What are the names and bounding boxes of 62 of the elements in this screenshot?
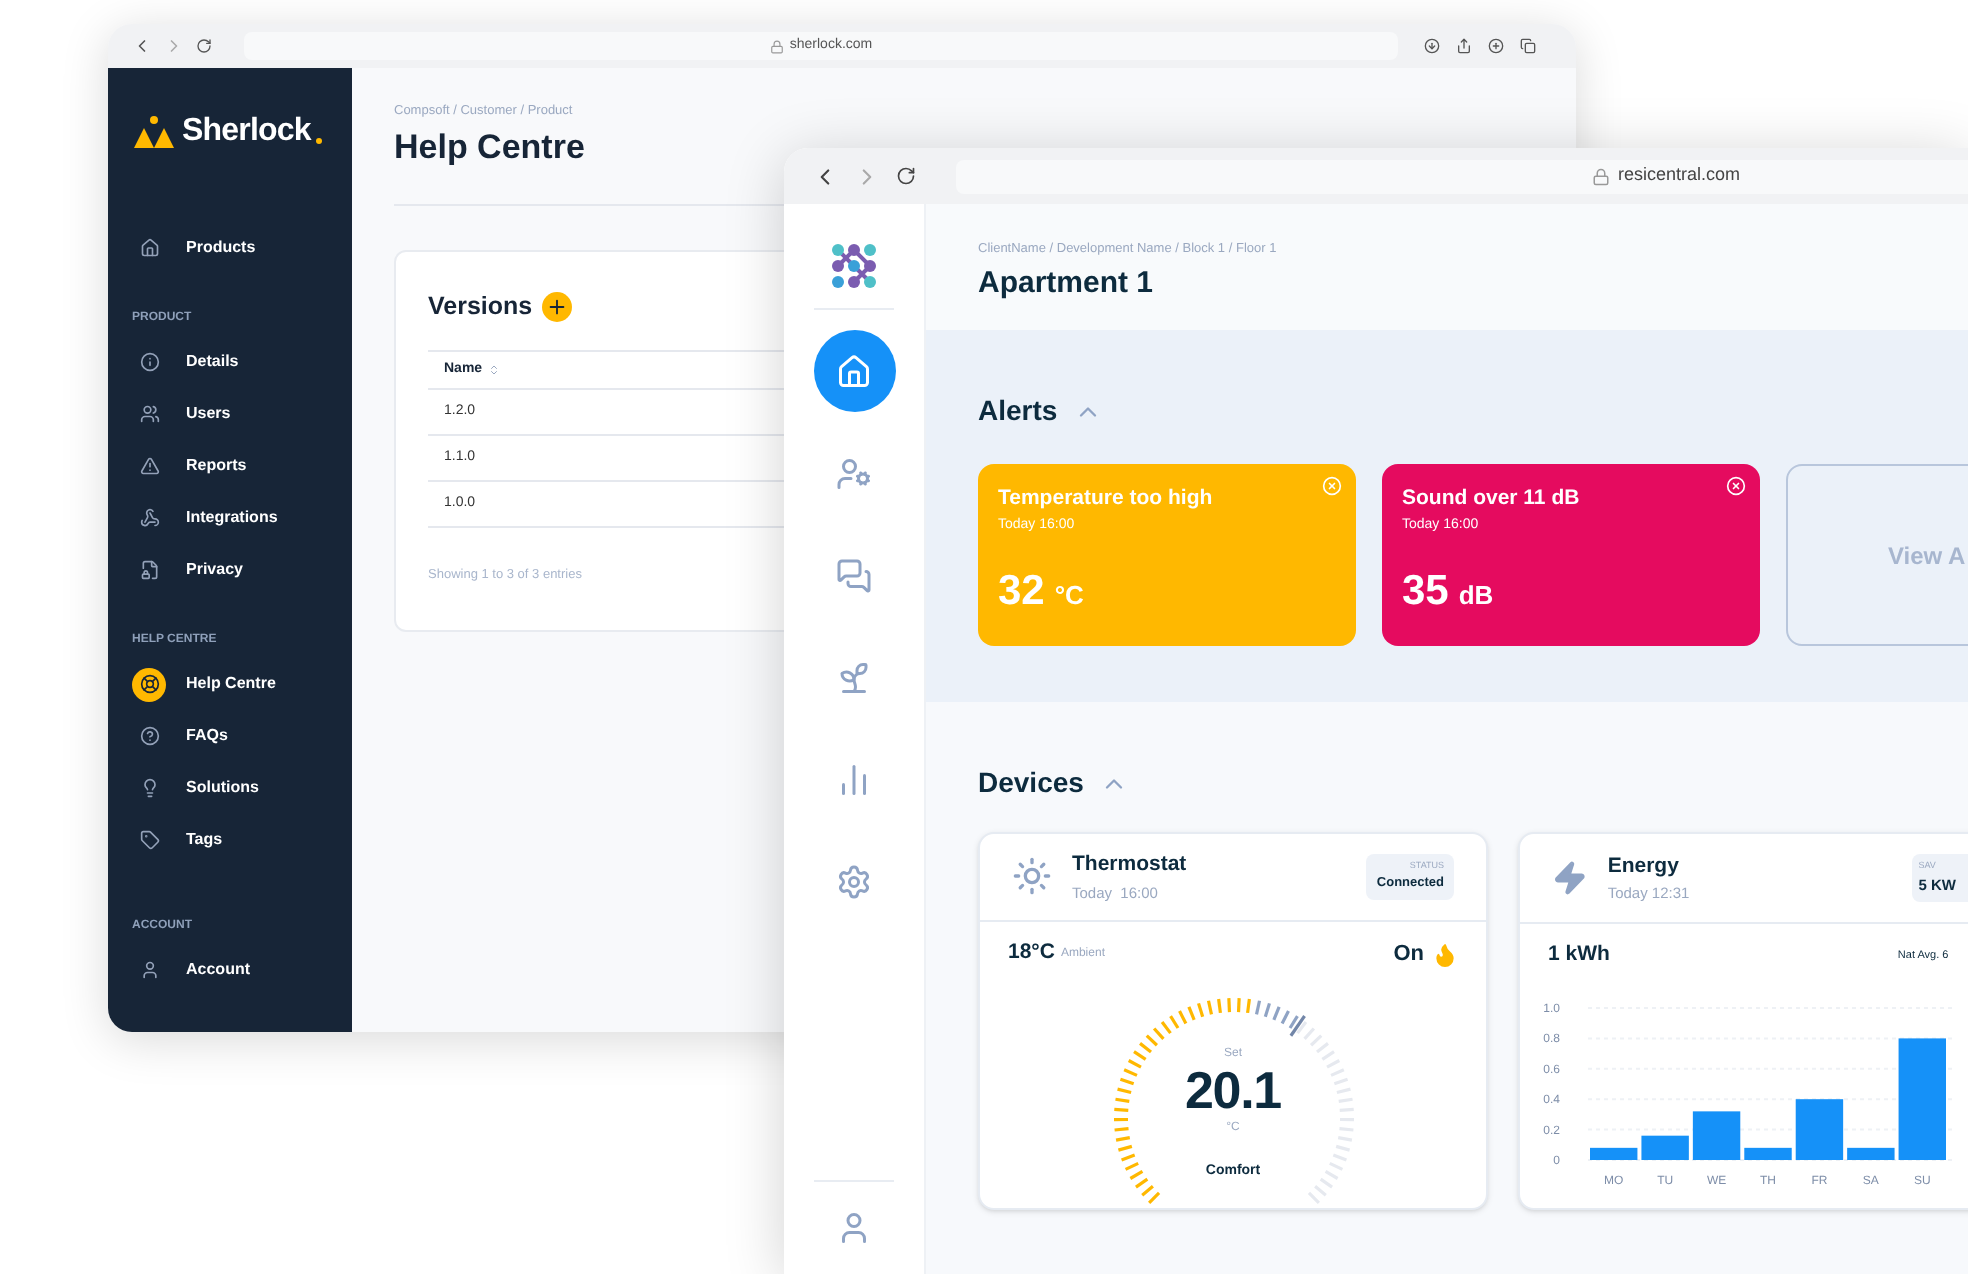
chart-bar — [1898, 1037, 1946, 1160]
sidebar-item[interactable]: Integrations — [132, 492, 328, 544]
address-bar[interactable]: resicentral.com — [956, 159, 1968, 193]
sidebar-item[interactable]: Users — [132, 388, 328, 440]
flame-icon — [1432, 941, 1458, 968]
download-icon[interactable] — [1424, 38, 1440, 54]
chart-bar — [1744, 1147, 1792, 1160]
sidebar-item[interactable]: Reports — [132, 440, 328, 492]
page-title: Apartment 1 — [978, 263, 1156, 304]
bar-chart-icon — [836, 761, 872, 797]
energy-reading: 1 kWh — [1548, 940, 1610, 970]
chart-bar — [1847, 1147, 1895, 1160]
section-title: Alerts — [978, 392, 1058, 430]
lock-icon — [769, 39, 784, 53]
reload-icon[interactable] — [896, 166, 916, 186]
ambient-temperature: 18°C — [1008, 938, 1055, 969]
device-name: Thermostat — [1072, 849, 1187, 880]
profile-button[interactable] — [836, 1210, 872, 1246]
alert-value: 35 — [1402, 565, 1449, 617]
thermostat-icon — [1012, 856, 1052, 897]
plus-icon — [546, 295, 569, 318]
lightning-icon — [1552, 858, 1588, 898]
sidebar-item[interactable]: Help Centre — [132, 658, 328, 710]
settings-icon — [836, 863, 872, 899]
alert-value: 32 — [998, 565, 1045, 617]
nav-icon — [132, 667, 166, 701]
sprout-icon — [836, 659, 872, 695]
chat-icon — [836, 557, 872, 593]
chart-bar — [1641, 1135, 1689, 1160]
alert-title: Sound over 11 dB — [1402, 484, 1582, 514]
device-name: Energy — [1607, 851, 1681, 881]
sidebar-item[interactable]: Account — [132, 944, 328, 996]
page-title: Help Centre — [394, 125, 587, 168]
card-title: Versions — [428, 290, 533, 324]
alert-title: Temperature too high — [998, 484, 1215, 514]
sidebar-item[interactable]: FAQs — [132, 710, 328, 762]
logo-icon — [132, 116, 176, 148]
close-icon[interactable] — [1726, 476, 1746, 496]
lock-icon — [1592, 167, 1610, 185]
share-icon[interactable] — [1456, 38, 1472, 54]
chart-bar — [1795, 1098, 1844, 1160]
sidebar-item[interactable]: Tags — [132, 814, 328, 866]
alert-unit: °C — [1054, 577, 1084, 613]
sidebar-item[interactable]: Products — [132, 222, 328, 274]
tabs-icon[interactable] — [1520, 38, 1536, 54]
reload-icon[interactable] — [196, 38, 212, 54]
chart-bar — [1590, 1147, 1638, 1160]
home-icon — [836, 353, 872, 389]
user-gear-icon — [836, 455, 872, 491]
alert-unit: dB — [1458, 577, 1494, 613]
new-tab-icon[interactable] — [1488, 38, 1504, 54]
section-title: Devices — [978, 764, 1084, 802]
add-button[interactable] — [542, 291, 573, 322]
sidebar-item[interactable]: Solutions — [132, 762, 328, 814]
logo-icon — [830, 242, 878, 290]
heating-status: On — [1393, 939, 1424, 970]
setpoint-value: 20.1 — [1184, 1064, 1281, 1117]
logo-text: Sherlock — [182, 112, 311, 152]
sidebar-item[interactable]: Details — [132, 336, 328, 388]
chart-bar — [1692, 1110, 1741, 1160]
nav-button[interactable] — [813, 330, 895, 412]
sidebar-item[interactable]: Privacy — [132, 544, 328, 596]
